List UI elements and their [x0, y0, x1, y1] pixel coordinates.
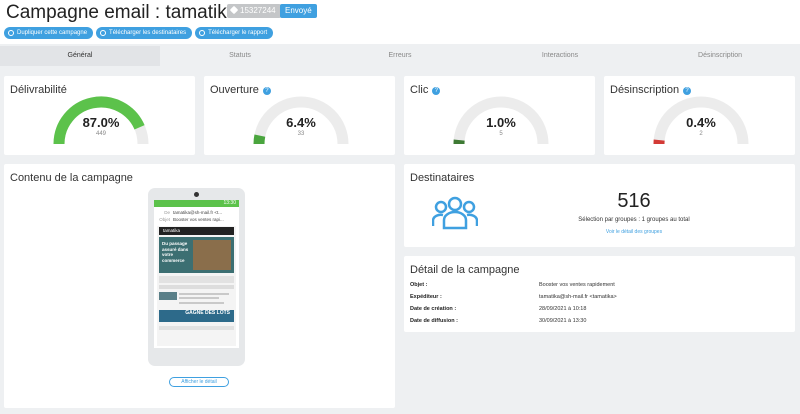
- tab-interactions[interactable]: Interactions: [480, 46, 640, 66]
- tab-bar: Général Statuts Erreurs Interactions Dés…: [0, 46, 800, 66]
- page-header: Campagne email : tamatika.fr 15327244 En…: [0, 0, 800, 44]
- download-report-label: Télécharger le rapport: [208, 30, 268, 36]
- stat-title: Clic?: [410, 84, 441, 96]
- page-title: Campagne email : tamatika.fr: [6, 2, 255, 23]
- mail-from-value: tamatika@sh-mail.fr <t...: [173, 210, 222, 215]
- show-detail-button[interactable]: Afficher le détail: [169, 377, 229, 387]
- phone-status-bar: 13:30: [154, 200, 239, 207]
- stat-percentage: 6.4%: [286, 115, 316, 130]
- download-icon: [199, 30, 206, 36]
- stat-card-ouverture: Ouverture? 6.4% 33: [204, 76, 395, 155]
- recipients-card: Destinataires 516 Sélection par groupes …: [404, 164, 795, 247]
- detail-value: tamatika@sh-mail.fr <tamatika>: [539, 294, 617, 300]
- recipients-title: Destinataires: [410, 172, 475, 184]
- email-divider: [159, 326, 234, 330]
- camera-icon: [194, 192, 199, 197]
- stat-percentage: 1.0%: [486, 115, 516, 130]
- stat-count: 449: [95, 131, 106, 137]
- detail-value: Booster vos ventes rapidement: [539, 282, 615, 288]
- detail-label: Expéditeur :: [410, 294, 442, 300]
- email-thumbnail: [159, 292, 177, 300]
- email-divider: [159, 276, 234, 283]
- email-hero-image: [193, 240, 231, 270]
- stat-percentage: 0.4%: [686, 115, 716, 130]
- people-group-icon: [432, 196, 478, 230]
- email-promo-text: GAGNE DES LOTS: [185, 310, 230, 316]
- stat-title-text: Clic: [410, 84, 429, 96]
- phone-preview: 13:30 De tamatika@sh-mail.fr <t... Objet B…: [148, 188, 245, 366]
- detail-label: Objet :: [410, 282, 428, 288]
- recipients-count: 516: [617, 190, 651, 212]
- email-promo-banner: GAGNE DES LOTS: [159, 310, 234, 322]
- campaign-id-badge: 15327244: [227, 4, 281, 18]
- campaign-details-card: Détail de la campagne Objet : Booster vo…: [404, 256, 795, 332]
- mail-subject-label: Objet: [159, 217, 170, 222]
- tab-erreurs[interactable]: Erreurs: [320, 46, 480, 66]
- tag-icon: [229, 5, 239, 15]
- recipients-selection: Sélection par groupes : 1 groupes au tot…: [578, 217, 690, 223]
- view-groups-link[interactable]: Voir le détail des groupes: [584, 229, 684, 235]
- mail-from-label: De: [164, 210, 170, 215]
- download-recipients-label: Télécharger les destinataires: [109, 30, 187, 36]
- detail-label: Date de diffusion :: [410, 318, 458, 324]
- download-recipients-button[interactable]: Télécharger les destinataires: [96, 27, 193, 39]
- help-icon[interactable]: ?: [432, 87, 441, 95]
- download-icon: [100, 30, 107, 36]
- download-report-button[interactable]: Télécharger le rapport: [195, 27, 274, 39]
- mail-subject: Objet Booster vos ventes rapi...: [157, 217, 224, 222]
- status-badge: Envoyé: [280, 4, 317, 18]
- duplicate-campaign-label: Dupliquer cette campagne: [17, 30, 88, 36]
- stat-card-desinscription: Désinscription? 0.4% 2: [604, 76, 795, 155]
- duplicate-icon: [8, 30, 14, 36]
- tab-statuts[interactable]: Statuts: [160, 46, 320, 66]
- email-divider: [159, 285, 234, 289]
- stat-count: 2: [699, 131, 703, 137]
- campaign-id: 15327244: [240, 6, 276, 15]
- mail-from: De tamatika@sh-mail.fr <t...: [157, 210, 222, 215]
- email-preview-body: tamatika Du passage assuré dans votre co…: [157, 226, 236, 346]
- tab-general[interactable]: Général: [0, 46, 160, 66]
- duplicate-campaign-button[interactable]: Dupliquer cette campagne: [4, 27, 94, 39]
- tab-desinscription[interactable]: Désinscription: [640, 46, 800, 66]
- email-brand-header: tamatika: [159, 227, 234, 235]
- detail-value: 28/09/2021 à 10:18: [539, 306, 587, 312]
- content-title: Contenu de la campagne: [10, 172, 133, 184]
- email-text-line: [179, 293, 229, 295]
- stat-percentage: 87.0%: [82, 115, 120, 130]
- detail-label: Date de création :: [410, 306, 457, 312]
- mail-subject-value: Booster vos ventes rapi...: [173, 217, 224, 222]
- email-hero: Du passage assuré dans votre commerce: [159, 237, 234, 273]
- stat-count: 5: [499, 131, 503, 137]
- detail-value: 30/09/2021 à 13:30: [539, 318, 587, 324]
- email-hero-text: Du passage assuré dans votre commerce: [162, 241, 189, 263]
- stat-card-clic: Clic? 1.0% 5: [404, 76, 595, 155]
- email-text-line: [179, 302, 224, 304]
- action-bar: Dupliquer cette campagne Télécharger les…: [4, 27, 274, 39]
- email-text-line: [179, 297, 219, 299]
- stat-card-delivrabilite: Délivrabilité 87.0% 449: [4, 76, 195, 155]
- stat-count: 33: [297, 131, 305, 137]
- phone-screen: 13:30 De tamatika@sh-mail.fr <t... Objet B…: [154, 200, 239, 348]
- details-title: Détail de la campagne: [410, 264, 520, 276]
